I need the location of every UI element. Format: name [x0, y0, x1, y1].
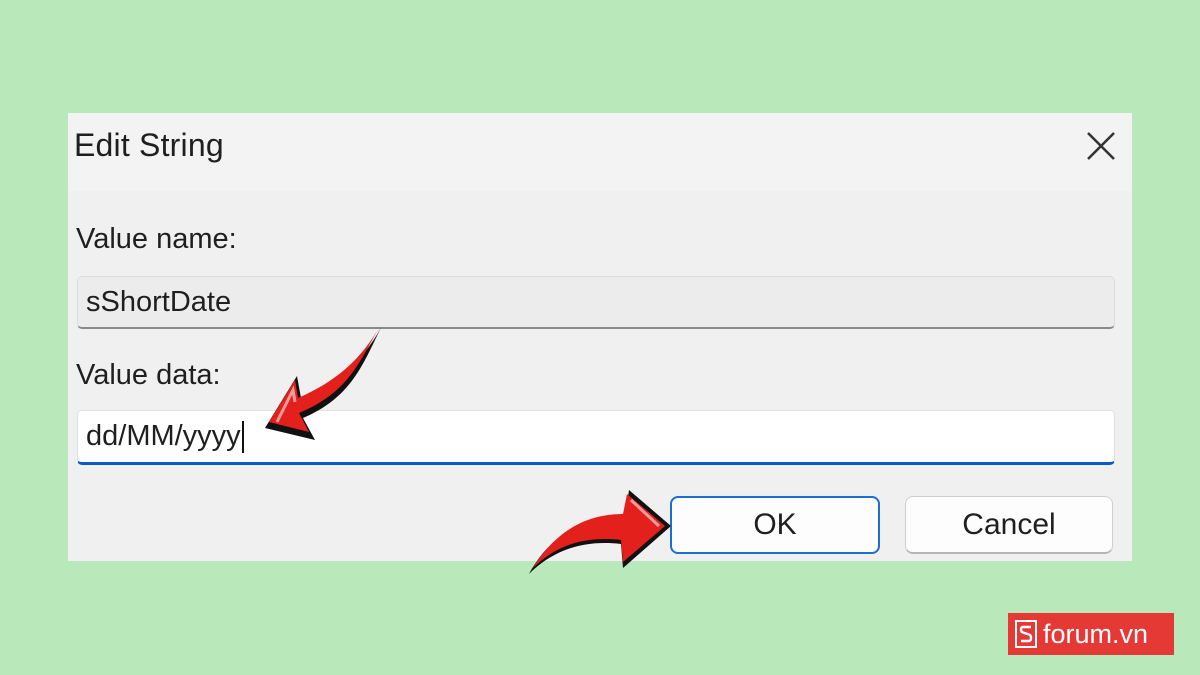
- ok-button[interactable]: OK: [670, 496, 880, 554]
- cancel-button[interactable]: Cancel: [905, 496, 1113, 554]
- value-data-label: Value data:: [76, 359, 221, 391]
- value-data-text: dd/MM/yyyy: [86, 420, 241, 452]
- sforum-logo: forum.vn: [1008, 613, 1174, 655]
- watermark-text: forum.vn: [1043, 618, 1149, 649]
- value-name-text: sShortDate: [86, 286, 232, 318]
- dialog-title: Edit String: [74, 127, 224, 163]
- close-icon: [1087, 132, 1115, 160]
- red-arrow-icon: [265, 324, 383, 440]
- close-button[interactable]: [1080, 125, 1122, 167]
- value-name-label: Value name:: [76, 223, 237, 255]
- value-data-input[interactable]: dd/MM/yyyy: [77, 410, 1115, 465]
- red-arrow-icon: [529, 490, 671, 574]
- value-name-field: sShortDate: [77, 276, 1115, 329]
- text-caret: [241, 421, 244, 454]
- sforum-logo-icon: [1015, 620, 1037, 648]
- title-bar: Edit String: [68, 113, 1132, 191]
